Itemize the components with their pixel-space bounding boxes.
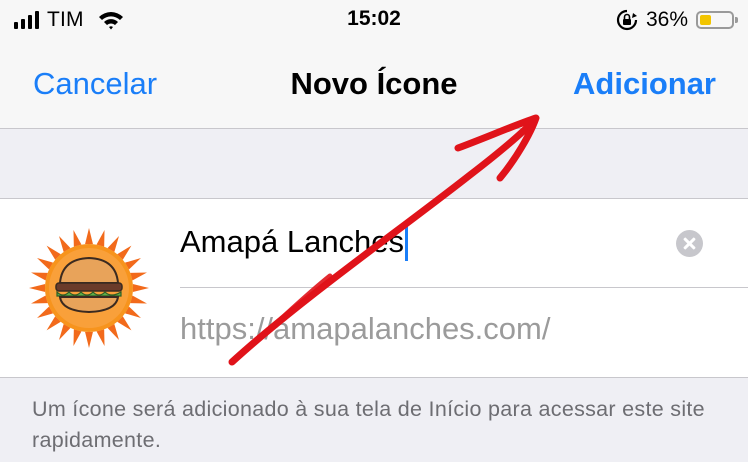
text-cursor [405, 223, 409, 261]
battery-icon [696, 11, 738, 29]
battery-percent: 36% [645, 8, 688, 31]
field-divider [180, 287, 748, 288]
url-label: https://amapalanches.com/ [180, 311, 551, 346]
name-input[interactable]: Amapá Lanches [180, 217, 720, 267]
navigation-bar: Cancelar Novo Ícone Adicionar [0, 42, 748, 129]
add-button[interactable]: Adicionar [573, 66, 716, 102]
footer-note: Um ícone será adicionado à sua tela de I… [32, 397, 705, 452]
status-bar: TIM 15:02 36% [0, 0, 748, 42]
name-input-value: Amapá Lanches [180, 224, 405, 259]
rotation-lock-icon [616, 9, 638, 31]
burger-sun-logo-icon [29, 228, 149, 348]
add-icon-form: Amapá Lanches https://amapalanches.com/ [0, 198, 748, 378]
status-right: 36% [616, 6, 738, 34]
battery-fill [700, 15, 711, 25]
clear-circle-icon[interactable] [676, 230, 703, 257]
